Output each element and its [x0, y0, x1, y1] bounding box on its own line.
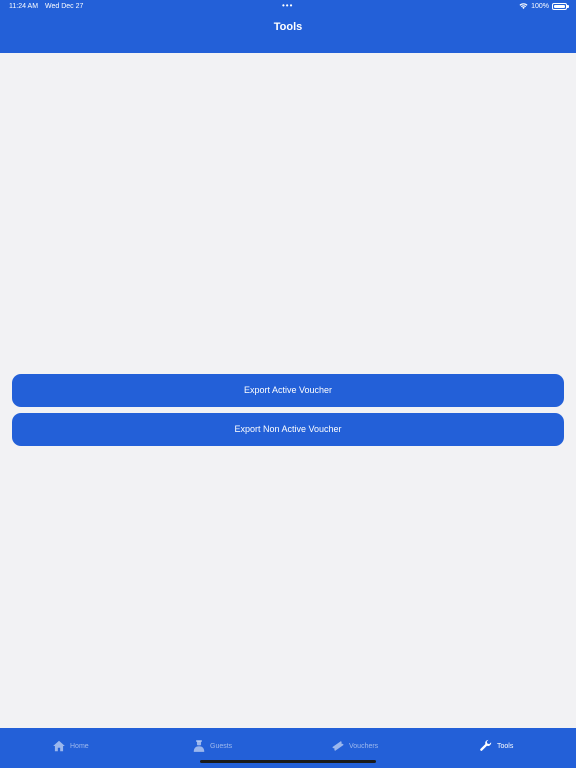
tab-guests[interactable]: Guests — [192, 738, 232, 754]
status-indicators: 100% — [519, 2, 569, 10]
guest-icon — [193, 740, 205, 752]
wrench-icon — [480, 739, 492, 751]
status-date: Wed Dec 27 — [45, 3, 84, 10]
ticket-icon — [332, 741, 344, 751]
tab-vouchers-label: Vouchers — [349, 742, 379, 750]
status-time: 11:24 AM — [9, 3, 39, 10]
tab-guests-label: Guests — [210, 742, 233, 750]
tab-home[interactable]: Home — [52, 738, 89, 754]
home-icon — [53, 740, 65, 752]
export-active-voucher-button[interactable]: Export Active Voucher — [12, 374, 564, 407]
wifi-icon — [519, 3, 528, 9]
multitasking-dots[interactable]: ••• — [282, 1, 293, 10]
battery-percentage: 100% — [531, 2, 549, 10]
export-non-active-voucher-button[interactable]: Export Non Active Voucher — [12, 413, 564, 446]
home-indicator — [200, 760, 376, 763]
tab-tools-label: Tools — [497, 742, 514, 750]
page-title: Tools — [273, 21, 303, 33]
tab-vouchers[interactable]: Vouchers — [331, 738, 378, 754]
tab-home-label: Home — [70, 742, 89, 750]
tab-tools[interactable]: Tools — [479, 738, 513, 754]
battery-icon — [552, 2, 569, 10]
tools-content: Export Active Voucher Export Non Active … — [0, 53, 576, 728]
status-bar: 11:24 AM Wed Dec 27 ••• 100% — [0, 0, 576, 14]
battery-fill — [554, 4, 565, 8]
